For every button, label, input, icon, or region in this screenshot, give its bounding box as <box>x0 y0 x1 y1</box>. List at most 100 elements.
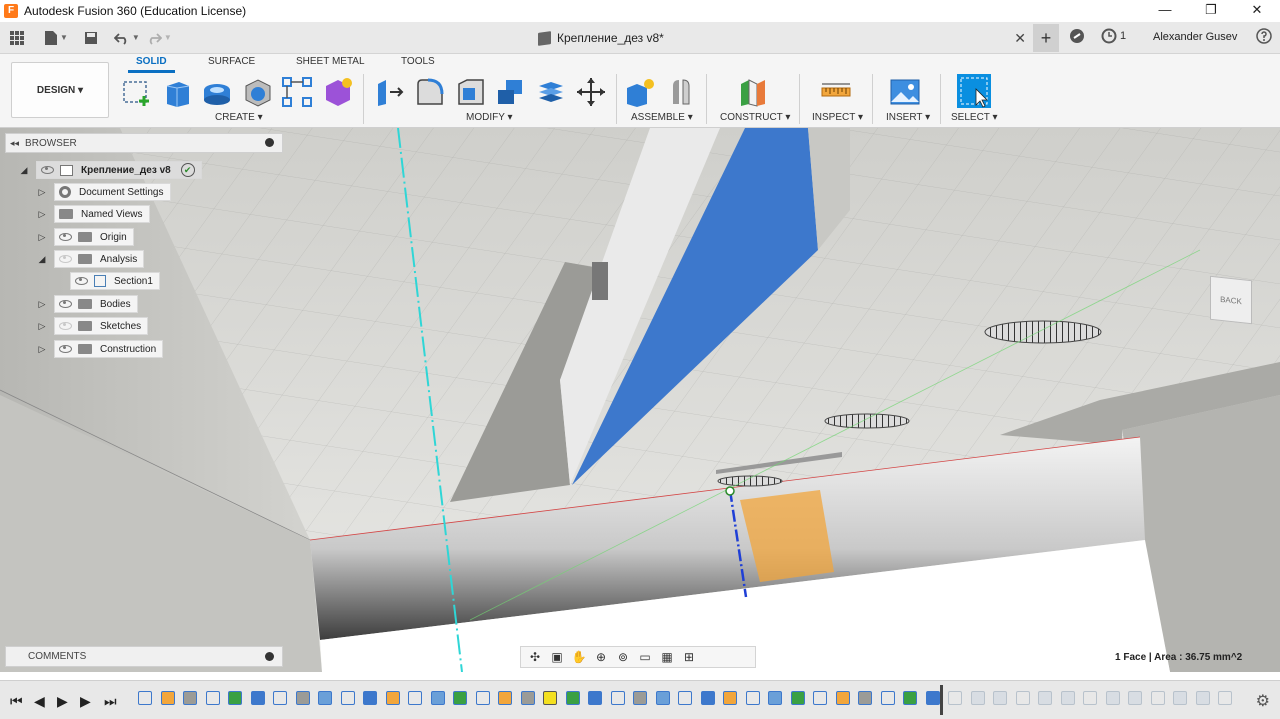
visibility-eye-icon[interactable] <box>41 166 54 174</box>
step-forward-icon[interactable]: ▶ <box>80 693 91 710</box>
browser-panel-header[interactable]: ◂◂ BROWSER <box>5 133 283 153</box>
timeline-feature-icon[interactable] <box>813 691 827 705</box>
play-icon[interactable]: ▶ <box>57 693 68 710</box>
user-name[interactable]: Alexander Gusev <box>1153 31 1237 43</box>
timeline-feature-icon[interactable] <box>160 691 175 705</box>
timeline-feature-icon[interactable] <box>723 691 737 705</box>
press-pull-icon[interactable] <box>374 76 406 108</box>
tree-item-analysis[interactable]: ◢ Analysis <box>36 249 145 269</box>
timeline-feature-icon[interactable] <box>925 691 940 705</box>
timeline-feature-icon[interactable] <box>655 691 670 705</box>
chamfer-icon[interactable] <box>455 76 487 108</box>
timeline-feature-icon[interactable] <box>610 691 625 705</box>
extensions-icon[interactable] <box>1069 28 1085 47</box>
timeline-feature-icon[interactable] <box>588 691 602 705</box>
save-icon[interactable] <box>80 26 102 50</box>
timeline-marker[interactable] <box>940 685 943 715</box>
timeline-feature-icon[interactable] <box>408 691 422 705</box>
job-status-icon[interactable]: 1 <box>1101 28 1126 44</box>
timeline-feature-icon[interactable] <box>1173 691 1187 705</box>
minimize-button[interactable]: — <box>1142 0 1188 22</box>
timeline-feature-icon[interactable] <box>880 691 895 705</box>
timeline-feature-icon[interactable] <box>565 691 580 705</box>
redo-icon[interactable]: ▼ <box>146 26 172 50</box>
offset-plane-icon[interactable] <box>737 76 769 108</box>
pan-hand-icon[interactable]: ✋ <box>571 650 587 664</box>
select-icon[interactable] <box>956 73 992 109</box>
timeline-feature-icon[interactable] <box>318 691 332 705</box>
timeline-feature-icon[interactable] <box>543 691 557 705</box>
timeline-feature-icon[interactable] <box>1015 691 1030 705</box>
timeline-feature-icon[interactable] <box>858 691 872 705</box>
go-to-end-icon[interactable]: ⏭ <box>104 693 117 710</box>
expand-arrow-icon[interactable]: ▷ <box>36 299 48 310</box>
create-menu[interactable]: CREATE ▾ <box>215 112 263 123</box>
timeline-feature-icon[interactable] <box>633 691 647 705</box>
shell-icon[interactable] <box>242 76 274 108</box>
tab-tools[interactable]: TOOLS <box>401 56 435 67</box>
expand-arrow-icon[interactable]: ▷ <box>36 321 48 332</box>
timeline-feature-icon[interactable] <box>790 691 805 705</box>
timeline-feature-icon[interactable] <box>340 691 355 705</box>
timeline-feature-icon[interactable] <box>1150 691 1165 705</box>
comments-panel-header[interactable]: COMMENTS <box>5 646 283 667</box>
assemble-menu[interactable]: ASSEMBLE ▾ <box>631 112 693 123</box>
orbit-icon[interactable]: ✣ <box>527 650 543 664</box>
look-at-icon[interactable]: ▣ <box>549 650 565 664</box>
timeline-feature-icon[interactable] <box>475 691 490 705</box>
timeline-feature-icon[interactable] <box>970 691 985 705</box>
visibility-eye-icon[interactable] <box>75 277 88 285</box>
visibility-eye-icon[interactable] <box>59 300 72 308</box>
fit-zoom-icon[interactable]: ⊚ <box>615 650 631 664</box>
maximize-button[interactable]: ❐ <box>1188 0 1234 22</box>
canvas-viewport[interactable]: BACK <box>0 128 1280 672</box>
timeline-settings-gear-icon[interactable]: ⚙ <box>1256 691 1270 711</box>
visibility-eye-icon[interactable] <box>59 322 72 330</box>
visibility-eye-icon[interactable] <box>59 345 72 353</box>
zoom-icon[interactable]: ⊕ <box>593 650 609 664</box>
extrude-icon[interactable] <box>161 76 193 108</box>
timeline-feature-icon[interactable] <box>1038 691 1052 705</box>
timeline-feature-icon[interactable] <box>1060 691 1075 705</box>
timeline-feature-icon[interactable] <box>1105 691 1120 705</box>
viewports-icon[interactable]: ⊞ <box>681 650 697 664</box>
grid-settings-icon[interactable]: ▦ <box>659 650 675 664</box>
tree-item-section1[interactable]: Section1 <box>64 271 160 291</box>
modify-menu[interactable]: MODIFY ▾ <box>466 112 513 123</box>
help-icon[interactable] <box>1256 28 1272 47</box>
timeline-feature-icon[interactable] <box>250 691 265 705</box>
measure-icon[interactable] <box>820 76 852 108</box>
visibility-eye-icon[interactable] <box>59 255 72 263</box>
timeline-feature-icon[interactable] <box>700 691 715 705</box>
tree-item-construction[interactable]: ▷ Construction <box>36 339 164 359</box>
timeline-feature-icon[interactable] <box>430 691 445 705</box>
collapse-arrow-icon[interactable]: ◢ <box>18 165 30 176</box>
timeline-feature-icon[interactable] <box>273 691 287 705</box>
insert-menu[interactable]: INSERT ▾ <box>886 112 930 123</box>
timeline-feature-icon[interactable] <box>768 691 782 705</box>
tree-item-document-settings[interactable]: ▷ Document Settings <box>36 182 171 202</box>
offset-face-icon[interactable] <box>535 76 567 108</box>
rectangular-pattern-icon[interactable] <box>281 76 313 108</box>
timeline-feature-icon[interactable] <box>205 691 220 705</box>
new-component-icon[interactable] <box>625 76 657 108</box>
timeline-feature-icon[interactable] <box>385 691 400 705</box>
file-menu-icon[interactable]: ▼ <box>44 26 68 50</box>
timeline-feature-icon[interactable] <box>1195 691 1210 705</box>
model-scene[interactable] <box>0 128 1280 672</box>
timeline-feature-icon[interactable] <box>363 691 377 705</box>
go-to-start-icon[interactable]: ⏮ <box>10 693 23 710</box>
tab-sheet-metal[interactable]: SHEET METAL <box>296 56 365 67</box>
timeline-feature-icon[interactable] <box>678 691 692 705</box>
timeline-feature-icon[interactable] <box>138 691 152 705</box>
expand-arrow-icon[interactable]: ▷ <box>36 209 48 220</box>
workspace-switcher[interactable]: DESIGN ▾ <box>11 62 109 118</box>
timeline-feature-icon[interactable] <box>228 691 242 705</box>
timeline-feature-icon[interactable] <box>745 691 760 705</box>
create-form-icon[interactable] <box>322 76 354 108</box>
construct-menu[interactable]: CONSTRUCT ▾ <box>720 112 790 123</box>
timeline-feature-icon[interactable] <box>498 691 512 705</box>
visibility-eye-icon[interactable] <box>59 233 72 241</box>
document-tab[interactable]: Крепление_дез v8* ✕ <box>520 22 1030 54</box>
select-menu[interactable]: SELECT ▾ <box>951 112 998 123</box>
